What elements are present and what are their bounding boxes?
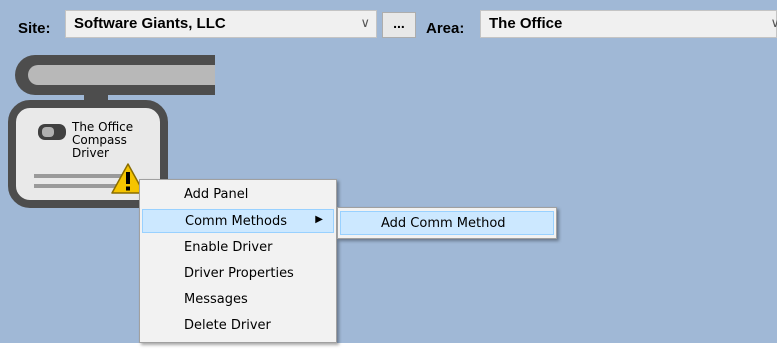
site-select[interactable]: Software Giants, LLC ∨ [65, 10, 377, 38]
site-label: Site: [18, 20, 51, 37]
menu-item-label: Enable Driver [184, 240, 273, 255]
menu-item-label: Driver Properties [184, 266, 294, 281]
toggle-icon [38, 124, 66, 140]
site-select-value: Software Giants, LLC [74, 15, 226, 32]
menu-item-label: Comm Methods [185, 214, 288, 229]
driver-name: The Office Compass Driver [72, 121, 133, 160]
menu-item-add-panel[interactable]: Add Panel [142, 183, 334, 207]
menu-item-enable-driver[interactable]: Enable Driver [142, 236, 334, 260]
browse-button[interactable]: ... [382, 12, 416, 38]
area-label: Area: [426, 20, 465, 37]
triangle-right-icon: ▶ [315, 214, 323, 225]
menu-item-messages[interactable]: Messages [142, 288, 334, 312]
menu-item-label: Add Comm Method [381, 216, 506, 231]
menu-item-add-comm-method[interactable]: Add Comm Method [340, 211, 554, 235]
menu-item-label: Add Panel [184, 187, 249, 202]
menu-item-comm-methods[interactable]: Comm Methods ▶ [142, 209, 334, 233]
menu-item-delete-driver[interactable]: Delete Driver [142, 314, 334, 338]
chevron-down-icon: ∨ [360, 15, 370, 30]
chevron-down-icon: ∨ [770, 15, 777, 30]
context-menu: Add Panel Comm Methods ▶ Enable Driver D… [139, 179, 337, 343]
menu-item-label: Messages [184, 292, 248, 307]
menu-item-label: Delete Driver [184, 318, 271, 333]
bottom-strip [0, 343, 777, 353]
menu-item-driver-properties[interactable]: Driver Properties [142, 262, 334, 286]
driver-bus-bar-inner [28, 65, 215, 85]
area-select[interactable]: The Office ∨ [480, 10, 777, 38]
area-select-value: The Office [489, 15, 563, 32]
driver-name-line3: Driver [72, 146, 109, 160]
comm-methods-submenu: Add Comm Method [337, 207, 557, 239]
